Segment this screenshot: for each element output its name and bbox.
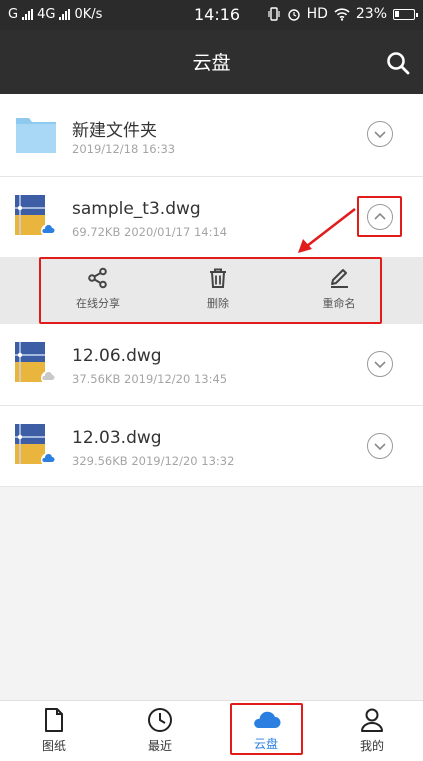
file-name: 12.06.dwg — [72, 346, 162, 366]
tab-drawings[interactable]: 图纸 — [24, 707, 84, 754]
app-bar: 云盘 — [0, 30, 423, 94]
network-label: 4G — [37, 7, 56, 22]
signal-icon-2 — [59, 9, 71, 20]
tab-label: 最近 — [147, 739, 172, 753]
folder-icon — [16, 118, 56, 153]
expand-button[interactable] — [367, 351, 393, 377]
file-row-folder[interactable]: 新建文件夹 2019/12/18 16:33 — [0, 94, 423, 177]
file-name: 12.03.dwg — [72, 428, 162, 448]
expand-button[interactable] — [367, 121, 393, 147]
dwg-file-icon — [15, 424, 55, 467]
status-right: HD 23% — [267, 6, 418, 22]
chevron-down-icon — [374, 131, 386, 139]
battery-percent: 23% — [355, 6, 387, 22]
clock-icon — [148, 708, 172, 732]
annotation-arrow-icon — [298, 207, 356, 253]
status-bar: G 4G 0K/s 14:16 HD 23% — [0, 0, 423, 30]
speed-label: 0K/s — [74, 7, 103, 22]
battery-icon — [393, 8, 418, 20]
annotation-box-toggle — [357, 196, 402, 237]
file-meta: 329.56KB 2019/12/20 13:32 — [72, 454, 235, 468]
tab-recent[interactable]: 最近 — [130, 707, 190, 754]
annotation-box-cloud-tab — [230, 703, 303, 755]
chevron-down-icon — [374, 443, 386, 451]
expand-button[interactable] — [367, 433, 393, 459]
alarm-icon — [287, 9, 300, 21]
signal-icon — [22, 9, 34, 20]
clock-label: 14:16 — [194, 5, 241, 24]
tab-label: 图纸 — [41, 739, 66, 753]
bottom-tab-bar: 图纸 最近 云盘 我的 — [0, 700, 423, 761]
file-name: 新建文件夹 — [72, 121, 157, 141]
vibrate-icon — [267, 7, 280, 21]
annotation-box-actions — [39, 257, 382, 324]
chevron-down-icon — [374, 361, 386, 369]
dwg-file-icon — [15, 195, 55, 238]
dwg-file-icon — [15, 342, 55, 385]
file-meta: 69.72KB 2020/01/17 14:14 — [72, 225, 228, 239]
page-title: 云盘 — [192, 52, 231, 74]
file-meta: 37.56KB 2019/12/20 13:45 — [72, 372, 228, 386]
wifi-icon — [334, 7, 350, 21]
person-icon — [361, 708, 383, 732]
file-meta: 2019/12/18 16:33 — [72, 142, 176, 156]
file-row-1206[interactable]: 12.06.dwg 37.56KB 2019/12/20 13:45 — [0, 324, 423, 406]
tab-profile[interactable]: 我的 — [342, 707, 402, 754]
hd-label: HD — [306, 6, 328, 22]
file-name: sample_t3.dwg — [72, 199, 201, 219]
file-row-1203[interactable]: 12.03.dwg 329.56KB 2019/12/20 13:32 — [0, 406, 423, 487]
carrier-label: G — [8, 7, 19, 22]
search-icon[interactable] — [385, 50, 411, 76]
document-icon — [45, 708, 63, 732]
tab-label: 我的 — [359, 739, 384, 753]
status-left: G 4G 0K/s — [8, 7, 102, 22]
